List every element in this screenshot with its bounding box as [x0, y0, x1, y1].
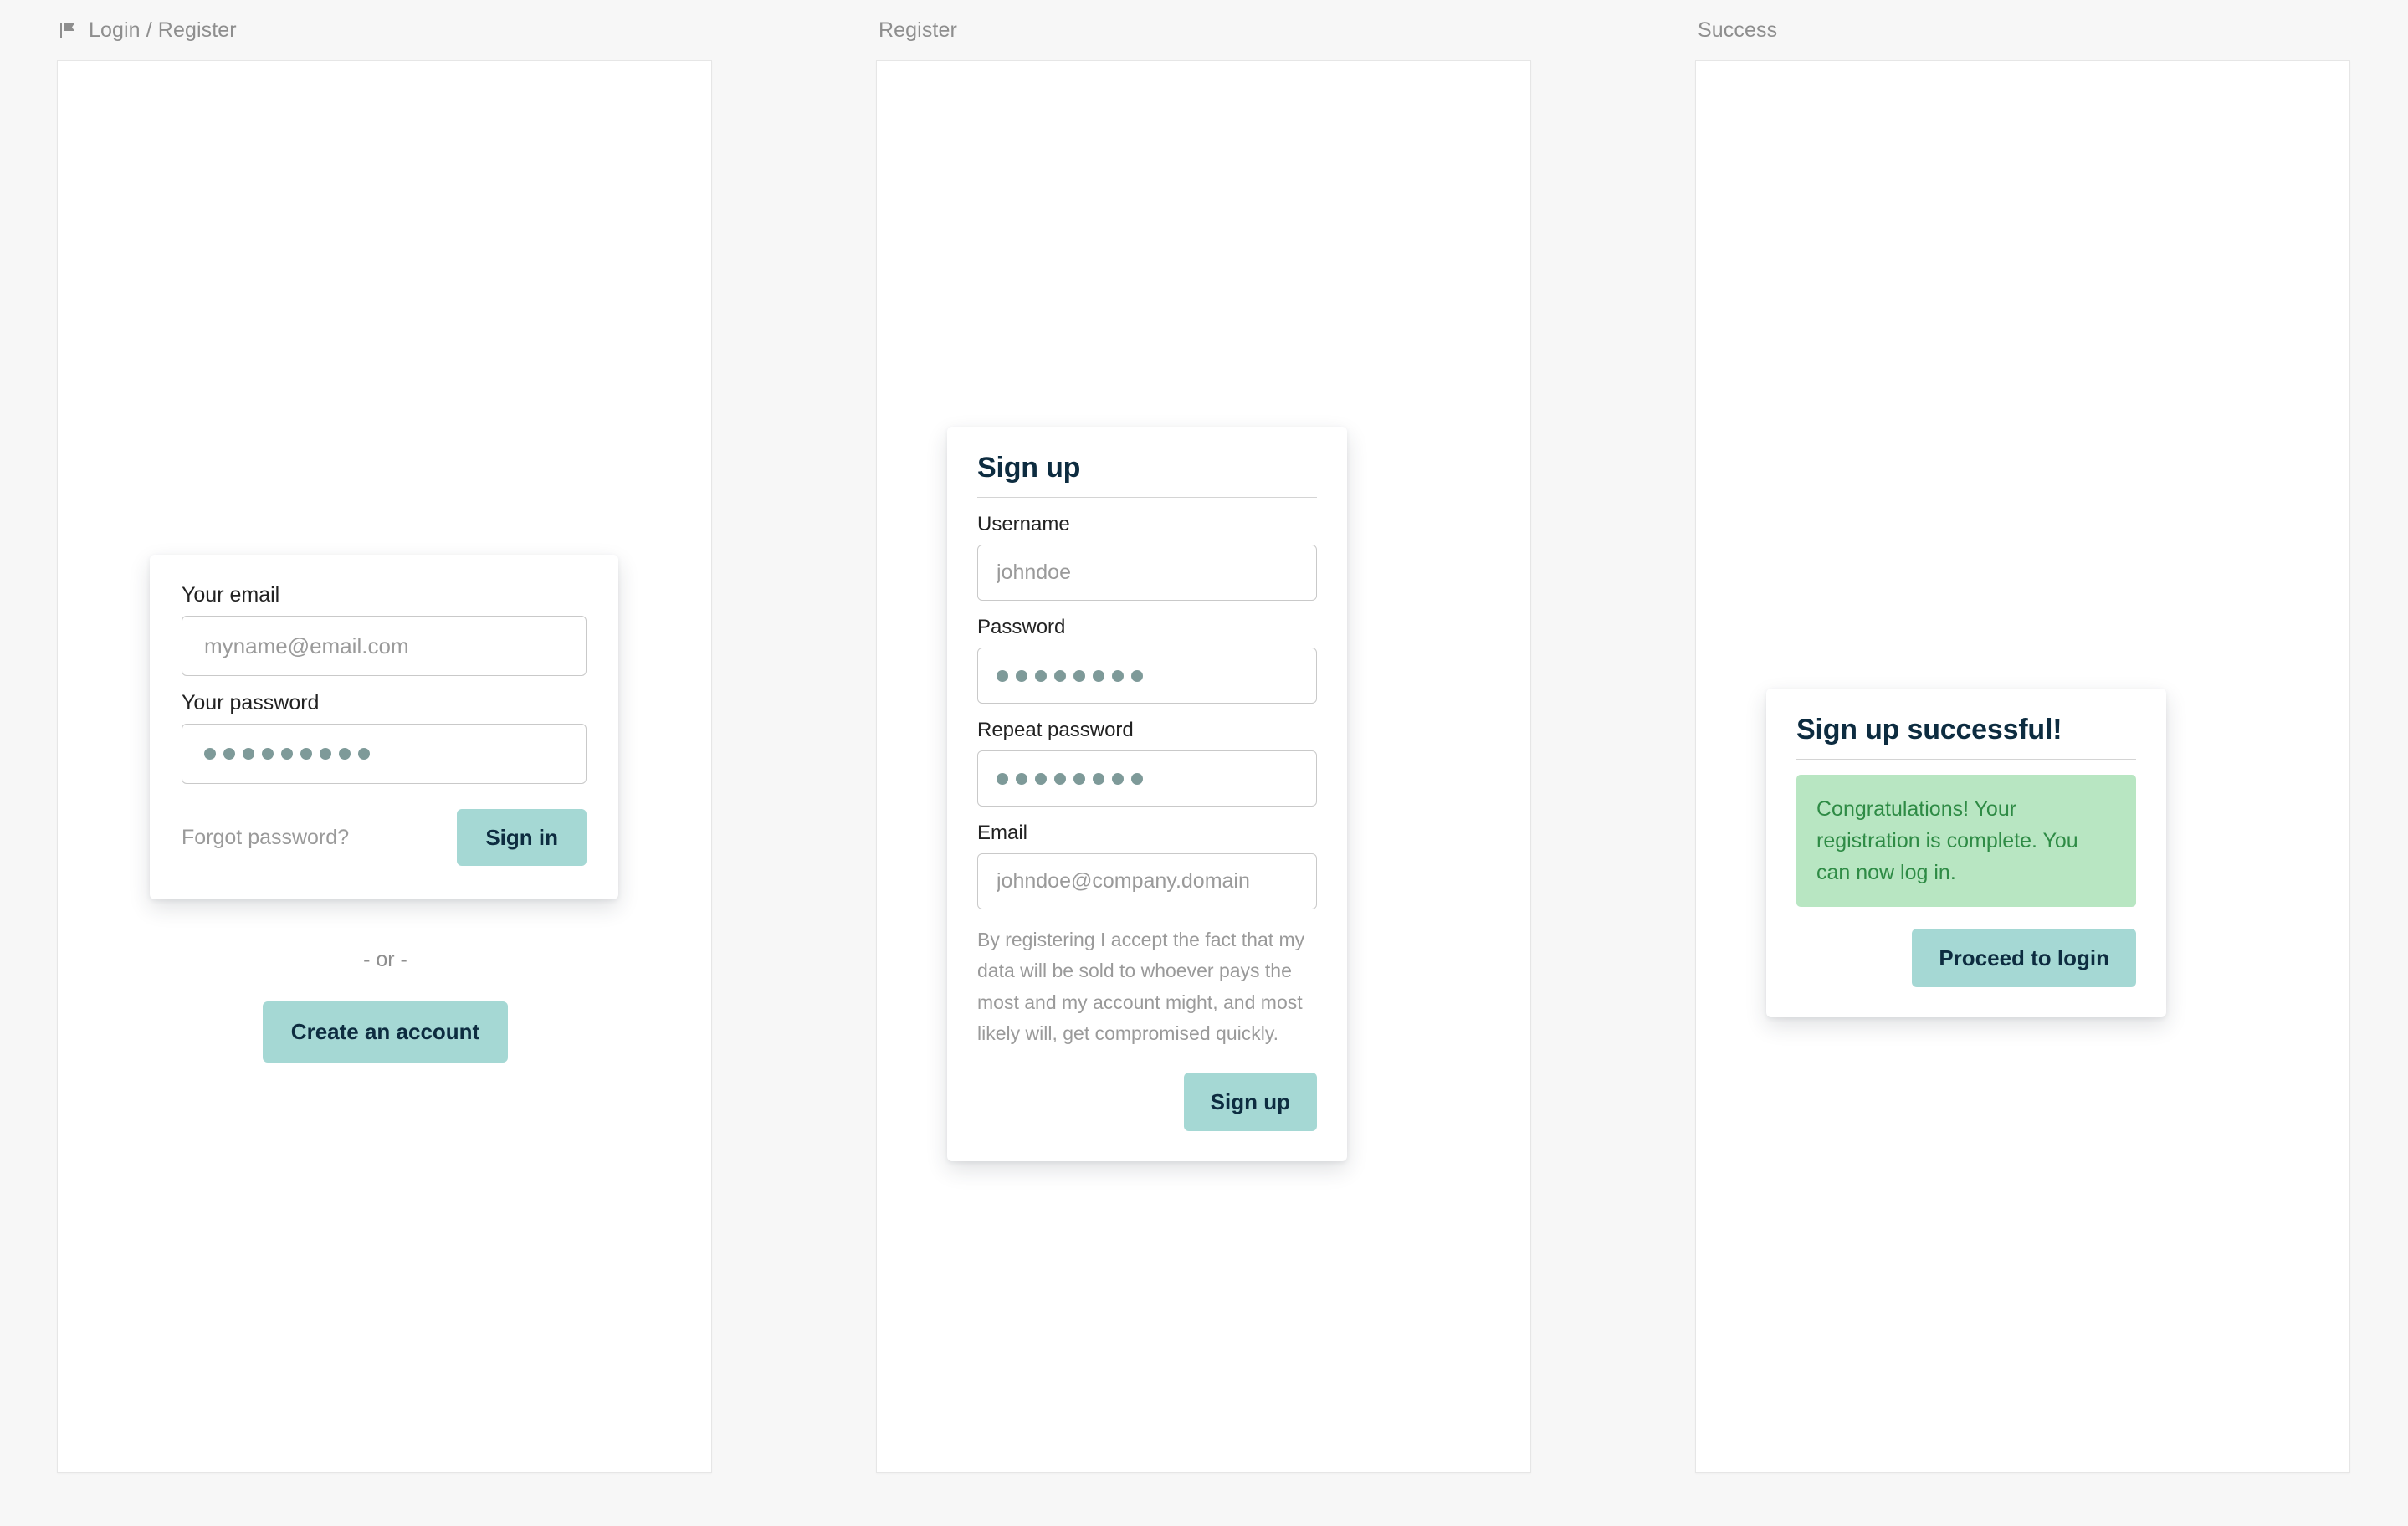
signup-password-dots — [997, 669, 1143, 682]
registration-legal-text: By registering I accept the fact that my… — [977, 929, 1305, 1044]
flag-icon — [59, 21, 78, 39]
panel-header-label: Register — [879, 18, 957, 42]
success-card: Sign up successful! Congratulations! You… — [1766, 689, 2166, 1017]
signup-title: Sign up — [977, 452, 1081, 484]
password-input[interactable] — [182, 724, 587, 784]
repeat-password-label: Repeat password — [977, 719, 1134, 741]
storyboard: Login / Register Your email Your passwor… — [0, 0, 2408, 1526]
login-actions: Forgot password? Sign in — [182, 809, 587, 866]
username-label: Username — [977, 513, 1070, 535]
panel-header-label: Login / Register — [89, 18, 237, 42]
password-label: Your password — [182, 691, 320, 714]
sign-up-button[interactable]: Sign up — [1183, 1073, 1317, 1131]
panel-frame-register: Sign up Username Password Repeat passwo — [876, 60, 1531, 1473]
signup-email-input[interactable] — [977, 853, 1317, 909]
signup-card: Sign up Username Password Repeat passwo — [947, 427, 1347, 1161]
panel-success: Success Sign up successful! Congratulati… — [1695, 0, 2350, 1526]
panel-header-label: Success — [1698, 18, 1778, 42]
signup-password-field-block: Password — [977, 616, 1317, 704]
panel-login-register: Login / Register Your email Your passwor… — [57, 0, 712, 1526]
panel-header-login-register: Login / Register — [57, 0, 712, 60]
success-title-divider — [1796, 759, 2136, 760]
success-actions: Proceed to login — [1796, 929, 2136, 987]
signup-email-field-block: Email — [977, 822, 1317, 909]
panel-register: Register Sign up Username Password — [876, 0, 1531, 1526]
username-input[interactable] — [977, 545, 1317, 601]
signup-password-label: Password — [977, 616, 1066, 638]
create-account-button[interactable]: Create an account — [262, 1001, 509, 1063]
panel-frame-success: Sign up successful! Congratulations! You… — [1695, 60, 2350, 1473]
create-account-wrap: Create an account — [58, 1001, 713, 1063]
signup-title-divider — [977, 497, 1317, 498]
panel-frame-login: Your email Your password Forgot password… — [57, 60, 712, 1473]
panel-header-register: Register — [876, 0, 1531, 60]
success-alert-message: Congratulations! Your registration is co… — [1796, 775, 2136, 907]
password-dots — [204, 748, 370, 760]
login-card: Your email Your password Forgot password… — [150, 555, 618, 899]
repeat-password-dots — [997, 772, 1143, 785]
panel-header-success: Success — [1695, 0, 2350, 60]
email-field-block: Your email — [182, 583, 587, 676]
email-input[interactable] — [182, 616, 587, 676]
signup-actions: Sign up — [977, 1073, 1317, 1131]
signup-email-label: Email — [977, 822, 1028, 844]
success-title: Sign up successful! — [1796, 714, 2062, 745]
or-separator: - or - — [363, 948, 407, 971]
password-field-block: Your password — [182, 691, 587, 784]
repeat-password-field-block: Repeat password — [977, 719, 1317, 807]
repeat-password-input[interactable] — [977, 750, 1317, 807]
sign-in-button[interactable]: Sign in — [457, 809, 587, 866]
email-label: Your email — [182, 583, 280, 607]
username-field-block: Username — [977, 513, 1317, 601]
forgot-password-link[interactable]: Forgot password? — [182, 826, 349, 850]
signup-password-input[interactable] — [977, 648, 1317, 704]
proceed-to-login-button[interactable]: Proceed to login — [1912, 929, 2136, 987]
